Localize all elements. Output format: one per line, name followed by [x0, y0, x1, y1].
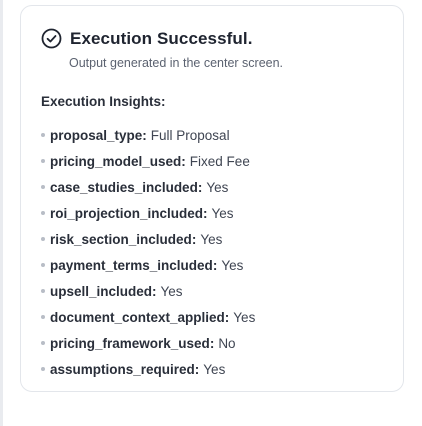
bullet-icon — [41, 367, 45, 371]
insight-key: assumptions_required — [50, 361, 195, 377]
insight-item: pricing_model_used: Fixed Fee — [41, 148, 255, 174]
insight-value: Yes — [206, 179, 229, 195]
bullet-icon — [41, 159, 45, 163]
insight-value: Yes — [160, 283, 183, 299]
check-circle-icon — [41, 28, 62, 49]
insight-item: proposal_type: Full Proposal — [41, 122, 255, 148]
insight-value: Yes — [221, 257, 244, 273]
insight-item: case_studies_included: Yes — [41, 174, 255, 200]
insight-item: payment_terms_included: Yes — [41, 252, 255, 278]
left-panel-edge — [0, 0, 3, 426]
insight-value: No — [218, 335, 236, 351]
insight-value: Yes — [200, 231, 223, 247]
insights-heading: Execution Insights: — [41, 94, 166, 109]
status-subtitle: Output generated in the center screen. — [69, 56, 284, 70]
bullet-icon — [41, 133, 45, 137]
status-title: Execution Successful. — [70, 28, 253, 48]
insight-item: assumptions_required: Yes — [41, 356, 255, 382]
insight-item: pricing_framework_used: No — [41, 330, 255, 356]
insight-value: Yes — [211, 205, 234, 221]
insight-key: upsell_included — [50, 283, 153, 299]
insight-item: upsell_included: Yes — [41, 278, 255, 304]
insight-item: document_context_applied: Yes — [41, 304, 255, 330]
bullet-icon — [41, 289, 45, 293]
insight-item: risk_section_included: Yes — [41, 226, 255, 252]
insight-key: pricing_framework_used — [50, 335, 210, 351]
bullet-icon — [41, 341, 45, 345]
bullet-icon — [41, 263, 45, 267]
insight-value: Fixed Fee — [189, 153, 250, 169]
insight-key: risk_section_included — [50, 231, 192, 247]
insights-list: proposal_type: Full Proposal pricing_mod… — [41, 122, 255, 382]
bullet-icon — [41, 237, 45, 241]
insight-key: proposal_type — [50, 127, 143, 143]
insight-key: pricing_model_used — [50, 153, 182, 169]
insight-value: Full Proposal — [150, 127, 230, 143]
bullet-icon — [41, 185, 45, 189]
status-header: Execution Successful. — [41, 28, 253, 49]
insight-value: Yes — [233, 309, 256, 325]
insight-item: roi_projection_included: Yes — [41, 200, 255, 226]
bullet-icon — [41, 315, 45, 319]
insight-key: roi_projection_included — [50, 205, 204, 221]
insight-key: payment_terms_included — [50, 257, 213, 273]
insight-key: document_context_applied — [50, 309, 225, 325]
bullet-icon — [41, 211, 45, 215]
execution-result-card: Execution Successful. Output generated i… — [20, 5, 404, 392]
insight-key: case_studies_included — [50, 179, 198, 195]
insight-value: Yes — [203, 361, 226, 377]
